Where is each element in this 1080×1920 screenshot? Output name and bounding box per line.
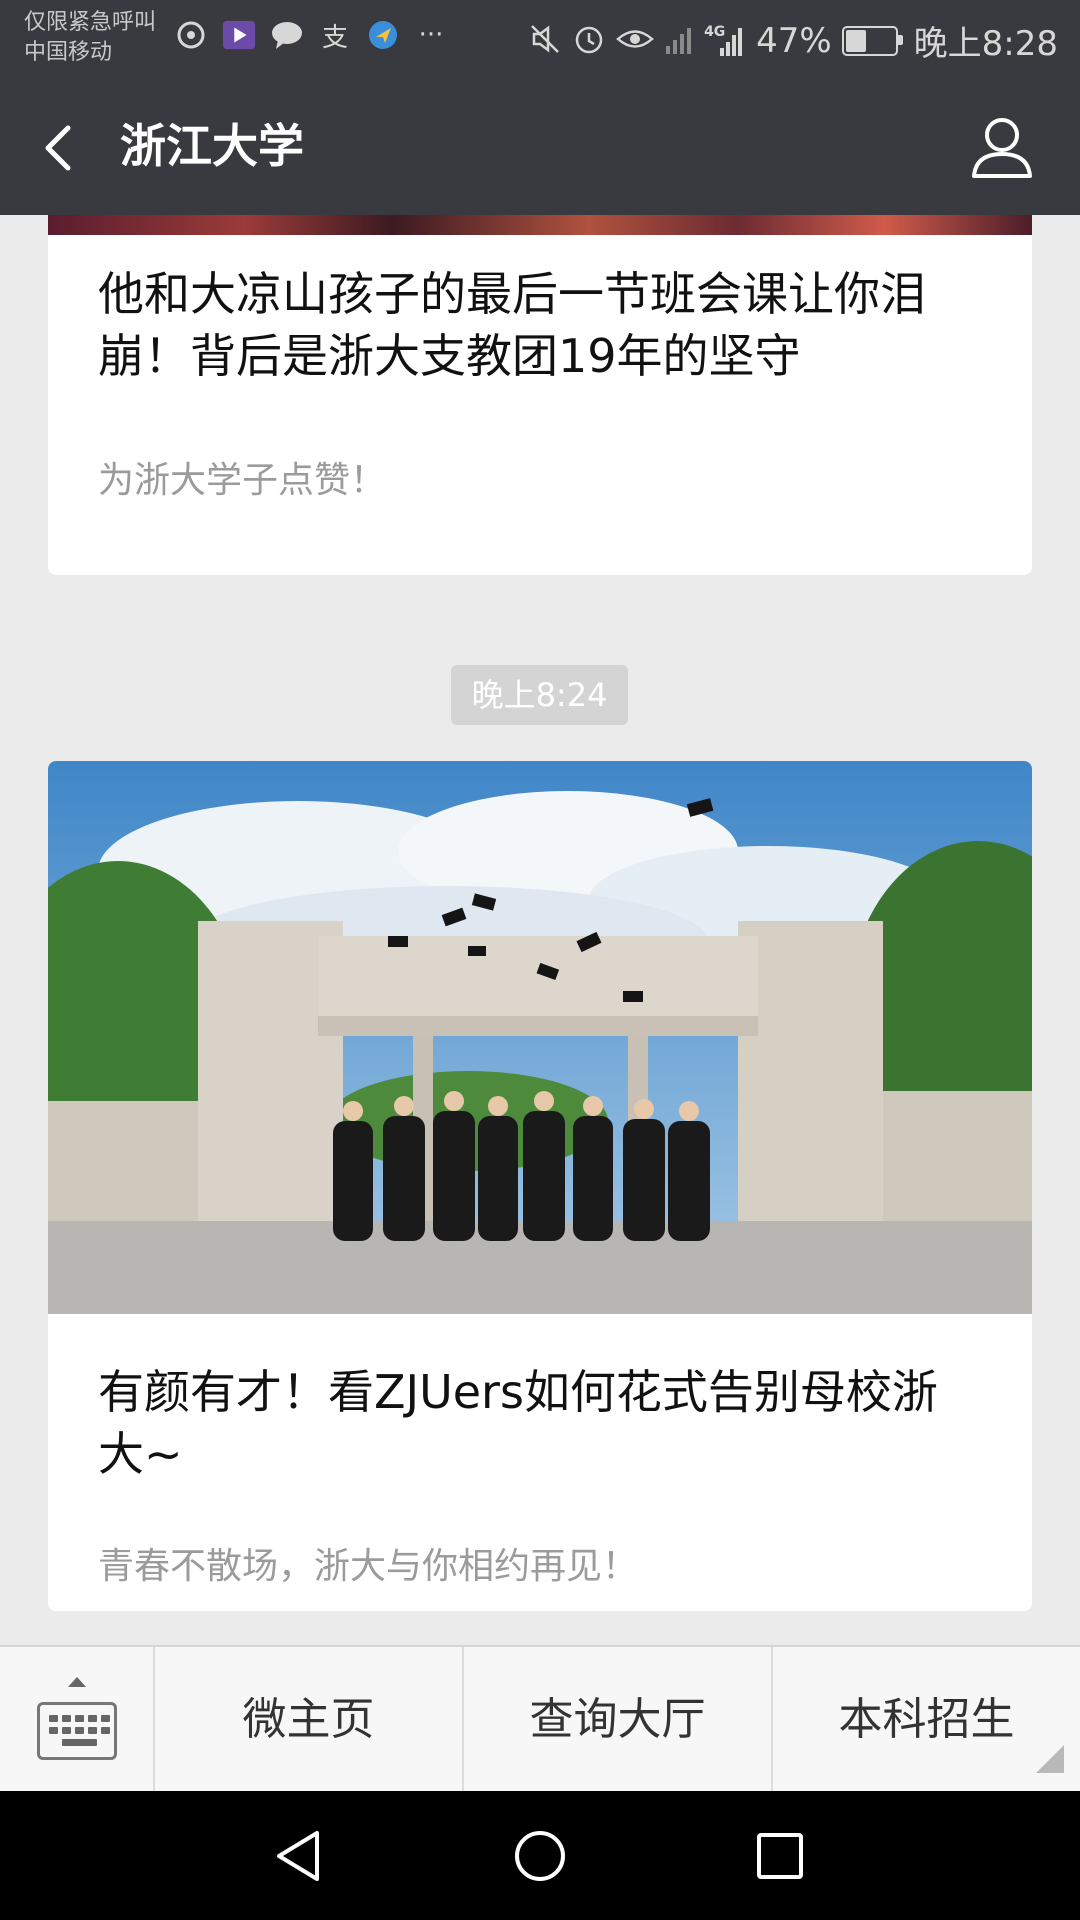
article-subtitle: 青春不散场，浙大与你相约再见！: [98, 1546, 639, 1587]
article-title[interactable]: 他和大凉山孩子的最后一节班会课让你泪崩！背后是浙大支教团19年的坚守: [98, 263, 982, 387]
signal-off-icon: [664, 22, 694, 60]
account-menu-bar: 微主页 查询大厅 本科招生: [0, 1645, 1080, 1793]
alipay-icon: 支: [321, 22, 348, 53]
menu-item-label: 本科招生: [838, 1694, 1015, 1745]
keyboard-toggle-button[interactable]: [0, 1647, 155, 1793]
article-cover-image[interactable]: [48, 215, 1032, 235]
person-icon: [972, 118, 1032, 178]
article-title[interactable]: 有颜有才！看ZJUers如何花式告别母校浙大~: [98, 1361, 982, 1485]
recents-square-icon[interactable]: [745, 1821, 815, 1891]
maps-icon: [366, 18, 400, 52]
status-indicators: 4G 47% 晚上8:28: [528, 16, 1058, 65]
article-card[interactable]: 有颜有才！看ZJUers如何花式告别母校浙大~ 青春不散场，浙大与你相约再见！: [48, 761, 1032, 1611]
battery-percent: 47%: [756, 20, 832, 61]
video-app-icon: [222, 18, 256, 52]
keyboard-icon: [37, 1702, 117, 1760]
menu-item-undergrad-admissions[interactable]: 本科招生: [773, 1647, 1080, 1793]
back-button[interactable]: [30, 112, 100, 182]
article-cover-image[interactable]: [48, 761, 1032, 1314]
alarm-icon: [572, 22, 606, 60]
message-bubble-icon: [270, 18, 304, 52]
eye-icon: [616, 24, 654, 58]
netease-music-icon: [174, 18, 208, 52]
carrier-line-1: 仅限紧急呼叫: [24, 10, 157, 35]
expand-up-icon: [68, 1677, 86, 1687]
time-badge: 晚上8:24: [451, 665, 628, 725]
title-bar: 浙江大学: [0, 78, 1080, 215]
notification-icons: 支 ···: [174, 18, 448, 53]
more-dots-icon: ···: [418, 20, 444, 50]
submenu-indicator-icon: [1036, 1745, 1064, 1773]
article-card[interactable]: 他和大凉山孩子的最后一节班会课让你泪崩！背后是浙大支教团19年的坚守 为浙大学子…: [48, 215, 1032, 575]
carrier-info: 仅限紧急呼叫 中国移动: [24, 8, 156, 68]
battery-icon: [841, 25, 903, 56]
chevron-left-icon: [45, 125, 71, 171]
carrier-line-2: 中国移动: [24, 40, 113, 65]
mute-icon: [528, 22, 562, 60]
message-list[interactable]: 他和大凉山孩子的最后一节班会课让你泪崩！背后是浙大支教团19年的坚守 为浙大学子…: [0, 215, 1080, 1645]
network-type: 4G: [704, 23, 726, 40]
profile-button[interactable]: [964, 108, 1040, 184]
home-circle-icon[interactable]: [505, 1821, 575, 1891]
status-bar: 仅限紧急呼叫 中国移动 支 ··· 4G 47% 晚上8:28: [0, 0, 1080, 78]
menu-item-query-hall[interactable]: 查询大厅: [464, 1647, 773, 1793]
signal-4g-icon: 4G: [704, 24, 746, 58]
menu-item-micro-homepage[interactable]: 微主页: [155, 1647, 464, 1793]
page-title: 浙江大学: [120, 119, 304, 173]
clock: 晚上8:28: [913, 24, 1058, 64]
back-triangle-icon[interactable]: [265, 1821, 335, 1891]
system-navigation-bar: [0, 1791, 1080, 1920]
article-subtitle: 为浙大学子点赞！: [98, 460, 387, 501]
